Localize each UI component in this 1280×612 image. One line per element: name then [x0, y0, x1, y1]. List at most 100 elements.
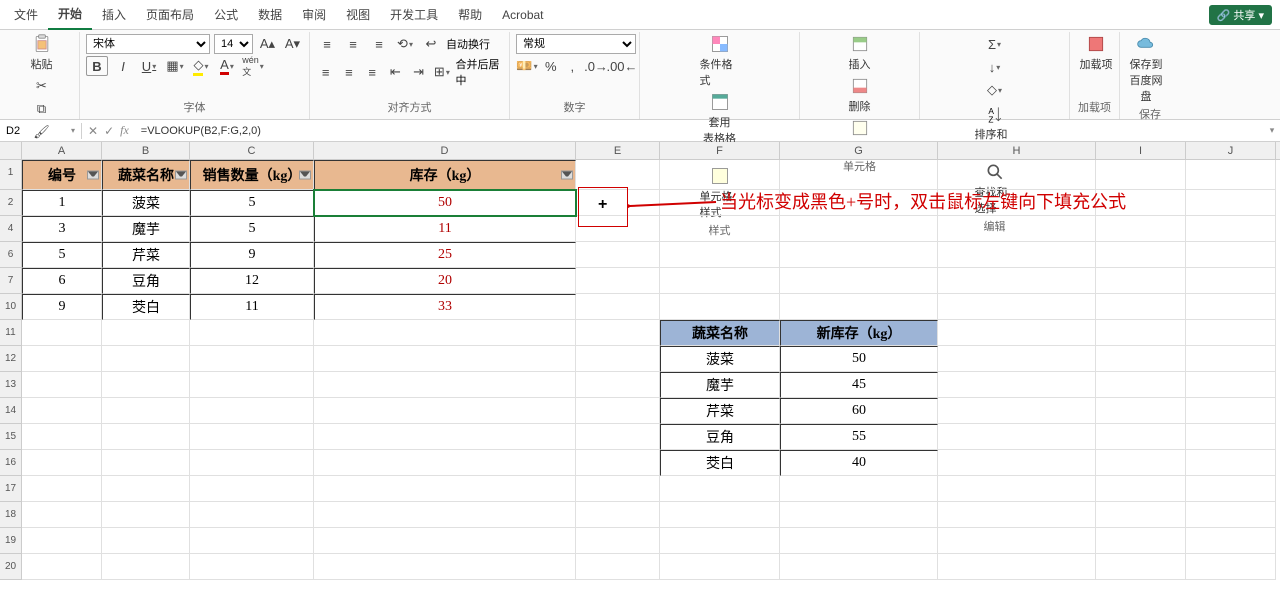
cell-B15[interactable] — [102, 424, 190, 450]
cell-J20[interactable] — [1186, 554, 1276, 580]
col-header-H[interactable]: H — [938, 142, 1096, 159]
menu-insert[interactable]: 插入 — [92, 0, 136, 29]
cell-F4[interactable] — [660, 216, 780, 242]
cell-I17[interactable] — [1096, 476, 1186, 502]
percent-button[interactable]: % — [542, 56, 560, 76]
conditional-format-button[interactable]: 条件格式 — [700, 34, 740, 88]
cell-H20[interactable] — [938, 554, 1096, 580]
cell-D11[interactable] — [314, 320, 576, 346]
enter-formula-icon[interactable]: ✓ — [104, 124, 114, 138]
col-header-G[interactable]: G — [780, 142, 938, 159]
cell-E1[interactable] — [576, 160, 660, 190]
col-header-A[interactable]: A — [22, 142, 102, 159]
border-button[interactable]: ▦ — [164, 56, 186, 76]
align-center-button[interactable]: ≡ — [339, 62, 358, 82]
cell-D13[interactable] — [314, 372, 576, 398]
cell-F7[interactable] — [660, 268, 780, 294]
font-size-select[interactable]: 14 — [214, 34, 253, 54]
row-header[interactable]: 11 — [0, 320, 22, 346]
row-header[interactable]: 2 — [0, 190, 22, 216]
fx-icon[interactable]: fx — [120, 123, 129, 138]
cell-G12[interactable]: 50 — [780, 346, 938, 372]
cell-I11[interactable] — [1096, 320, 1186, 346]
col-header-B[interactable]: B — [102, 142, 190, 159]
bold-button[interactable]: B — [86, 56, 108, 76]
cell-J6[interactable] — [1186, 242, 1276, 268]
cell-G2[interactable] — [780, 190, 938, 216]
cell-A10[interactable]: 9 — [22, 294, 102, 320]
comma-button[interactable]: , — [564, 56, 582, 76]
phonetic-button[interactable]: wén文 — [242, 56, 264, 76]
cell-A13[interactable] — [22, 372, 102, 398]
row-header[interactable]: 7 — [0, 268, 22, 294]
cell-D17[interactable] — [314, 476, 576, 502]
cell-D7[interactable]: 20 — [314, 268, 576, 294]
cell-G16[interactable]: 40 — [780, 450, 938, 476]
cell-G7[interactable] — [780, 268, 938, 294]
orientation-button[interactable]: ⟲ — [394, 34, 416, 54]
cell-B14[interactable] — [102, 398, 190, 424]
cell-C18[interactable] — [190, 502, 314, 528]
cell-E7[interactable] — [576, 268, 660, 294]
menu-view[interactable]: 视图 — [336, 0, 380, 29]
cell-A2[interactable]: 1 — [22, 190, 102, 216]
cell-D15[interactable] — [314, 424, 576, 450]
row-header[interactable]: 10 — [0, 294, 22, 320]
indent-inc-button[interactable]: ⇥ — [409, 62, 428, 82]
cell-E4[interactable] — [576, 216, 660, 242]
row-header[interactable]: 20 — [0, 554, 22, 580]
cell-J19[interactable] — [1186, 528, 1276, 554]
cell-F10[interactable] — [660, 294, 780, 320]
col-header-D[interactable]: D — [314, 142, 576, 159]
cell-C6[interactable]: 9 — [190, 242, 314, 268]
cell-G6[interactable] — [780, 242, 938, 268]
cell-I2[interactable] — [1096, 190, 1186, 216]
cell-J15[interactable] — [1186, 424, 1276, 450]
menu-file[interactable]: 文件 — [4, 0, 48, 29]
autosum-button[interactable]: Σ — [984, 34, 1006, 54]
cell-I15[interactable] — [1096, 424, 1186, 450]
align-right-button[interactable]: ≡ — [363, 62, 382, 82]
cell-G15[interactable]: 55 — [780, 424, 938, 450]
currency-button[interactable]: 💴 — [516, 56, 538, 76]
cell-H12[interactable] — [938, 346, 1096, 372]
row-header[interactable]: 4 — [0, 216, 22, 242]
cell-A18[interactable] — [22, 502, 102, 528]
cell-H7[interactable] — [938, 268, 1096, 294]
share-button[interactable]: 🔗 共享 ▾ — [1209, 5, 1272, 25]
cell-C13[interactable] — [190, 372, 314, 398]
cell-C2[interactable]: 5 — [190, 190, 314, 216]
cell-I14[interactable] — [1096, 398, 1186, 424]
cell-H2[interactable] — [938, 190, 1096, 216]
cell-H4[interactable] — [938, 216, 1096, 242]
cell-D16[interactable] — [314, 450, 576, 476]
cell-C12[interactable] — [190, 346, 314, 372]
cell-F17[interactable] — [660, 476, 780, 502]
cell-F11[interactable]: 蔬菜名称 — [660, 320, 780, 346]
cell-J2[interactable] — [1186, 190, 1276, 216]
menu-home[interactable]: 开始 — [48, 0, 92, 30]
cell-B20[interactable] — [102, 554, 190, 580]
cell-F12[interactable]: 菠菜 — [660, 346, 780, 372]
cell-J7[interactable] — [1186, 268, 1276, 294]
cell-J14[interactable] — [1186, 398, 1276, 424]
cell-B16[interactable] — [102, 450, 190, 476]
save-baidu-button[interactable]: 保存到 百度网盘 — [1126, 34, 1166, 104]
cell-I4[interactable] — [1096, 216, 1186, 242]
cell-H1[interactable] — [938, 160, 1096, 190]
cell-G13[interactable]: 45 — [780, 372, 938, 398]
row-header[interactable]: 15 — [0, 424, 22, 450]
cell-D14[interactable] — [314, 398, 576, 424]
increase-font-button[interactable]: A▴ — [257, 34, 278, 54]
select-all-corner[interactable] — [0, 142, 22, 159]
cell-D18[interactable] — [314, 502, 576, 528]
cell-E16[interactable] — [576, 450, 660, 476]
cell-J16[interactable] — [1186, 450, 1276, 476]
col-header-E[interactable]: E — [576, 142, 660, 159]
cell-H6[interactable] — [938, 242, 1096, 268]
cell-F14[interactable]: 芹菜 — [660, 398, 780, 424]
cell-F20[interactable] — [660, 554, 780, 580]
cell-E14[interactable] — [576, 398, 660, 424]
cell-E15[interactable] — [576, 424, 660, 450]
formula-collapse-button[interactable]: ▾ — [1264, 125, 1280, 136]
